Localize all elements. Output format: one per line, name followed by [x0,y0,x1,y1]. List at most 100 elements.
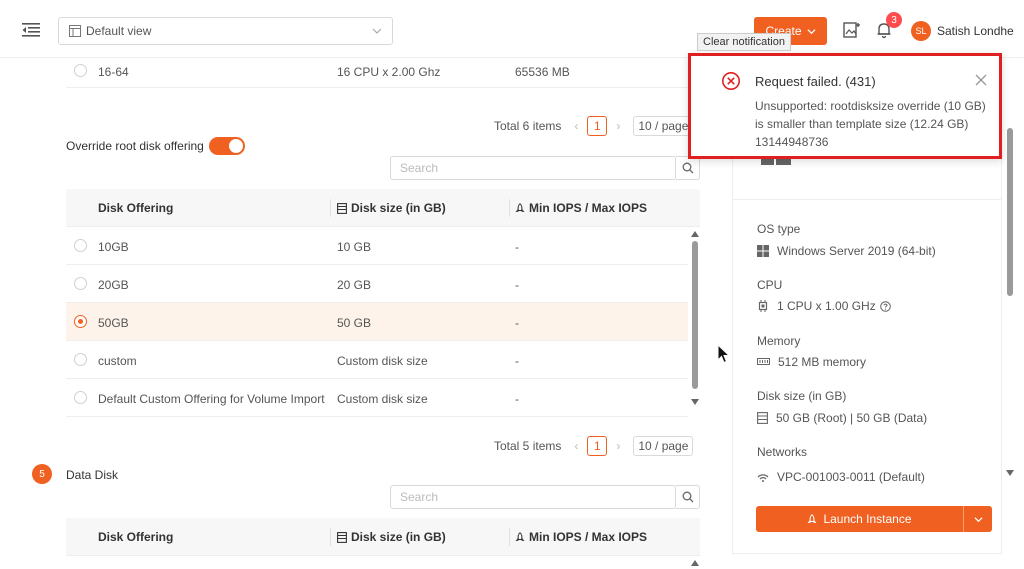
disk-size-value: 50 GB (Root) | 50 GB (Data) [757,411,927,425]
scroll-down-icon[interactable] [1006,470,1014,476]
column-divider [330,199,331,217]
disk-iops: - [515,354,519,368]
rocket-icon [807,513,817,523]
compute-cpu: 16 CPU x 2.00 Ghz [337,65,441,79]
search-icon [682,491,693,503]
page-number[interactable]: 1 [587,436,608,456]
row-radio[interactable] [74,391,87,404]
avatar[interactable]: SL [911,21,931,41]
root-disk-pagination: Total 5 items ‹ 1 › 10 / page [494,436,694,456]
disk-size: Custom disk size [337,354,428,368]
view-select[interactable]: Default view [58,17,393,45]
notification-count-badge: 3 [886,12,902,28]
page-size-select[interactable]: 10 / page [633,116,694,136]
col-iops[interactable]: Min IOPS / Max IOPS [515,530,647,544]
table-scrollbar[interactable] [692,241,698,389]
os-type-label: OS type [757,222,801,236]
page-scrollbar[interactable] [1007,128,1013,296]
disk-size: 10 GB [337,240,372,254]
image-add-icon[interactable] [841,20,861,40]
close-circle-icon [722,72,740,90]
col-disk-offering[interactable]: Disk Offering [98,201,173,215]
scroll-down-icon[interactable] [691,399,699,405]
pagination-total: Total 5 items [494,439,562,453]
rocket-icon [515,202,525,212]
root-disk-search-input[interactable] [391,157,675,179]
data-disk-table-header: Disk Offering Disk size (in GB) Min IOPS… [66,518,700,556]
data-disk-search-input[interactable] [391,486,675,508]
override-root-disk-toggle[interactable] [209,137,245,155]
row-radio[interactable] [74,64,87,77]
page-size-select[interactable]: 10 / page [633,436,694,456]
networks-label: Networks [757,445,808,459]
row-radio[interactable] [74,277,87,290]
column-divider [330,528,331,546]
wifi-icon [757,474,769,482]
col-disk-size-label: Disk size (in GB) [351,530,446,544]
disk-iops: - [515,278,519,292]
disk-iops: - [515,240,519,254]
memory-icon [757,358,770,365]
column-divider [509,528,510,546]
page-number[interactable]: 1 [587,116,608,136]
root-disk-search-button[interactable] [676,156,700,180]
data-disk-search-field[interactable] [390,485,676,509]
prev-page-icon[interactable]: ‹ [569,439,583,453]
menu-fold-icon[interactable] [22,22,40,38]
os-type-text: Windows Server 2019 (64-bit) [777,244,936,258]
close-icon[interactable] [975,74,987,86]
disk-offering-name: 50GB [98,316,129,330]
scroll-up-icon[interactable] [691,560,699,566]
row-radio[interactable] [74,353,87,366]
table-row[interactable]: 16-64 16 CPU x 2.00 Ghz 65536 MB [66,58,698,88]
table-row[interactable]: custom Custom disk size - [66,341,688,379]
hdd-icon [757,412,768,424]
row-radio-selected[interactable] [74,315,87,328]
root-disk-search-field[interactable] [390,156,676,180]
col-disk-size[interactable]: Disk size (in GB) [337,201,446,215]
table-row[interactable]: 10GB 10 GB - [66,227,688,265]
memory-value: 512 MB memory [757,355,866,369]
table-row-selected[interactable]: 50GB 50 GB - [66,303,688,341]
disk-size: 50 GB [337,316,372,330]
data-disk-search-button[interactable] [676,485,700,509]
disk-iops: - [515,316,519,330]
col-disk-size[interactable]: Disk size (in GB) [337,530,446,544]
hdd-icon [337,202,347,214]
next-page-icon[interactable]: › [611,119,625,133]
chevron-down-icon [372,28,382,34]
notification-title: Request failed. (431) [755,74,876,89]
disk-offering-name: custom [98,354,137,368]
windows-icon [757,245,769,257]
hdd-icon [337,531,347,543]
compute-memory: 65536 MB [515,65,570,79]
question-circle-icon[interactable] [879,300,891,312]
col-disk-offering[interactable]: Disk Offering [98,530,173,544]
row-radio[interactable] [74,239,87,252]
disk-size-label: Disk size (in GB) [757,389,847,403]
col-iops[interactable]: Min IOPS / Max IOPS [515,201,647,215]
table-row[interactable]: Default Custom Offering for Volume Impor… [66,379,688,417]
launch-instance-button[interactable]: Launch Instance [756,506,992,532]
chevron-down-icon [806,28,816,34]
clear-notification-tooltip[interactable]: Clear notification [697,33,791,51]
os-type-value: Windows Server 2019 (64-bit) [757,244,936,258]
disk-offering-name: 10GB [98,240,129,254]
launch-instance-main[interactable]: Launch Instance [756,506,964,532]
user-name[interactable]: Satish Londhe [937,24,1014,38]
notification-message: Unsupported: rootdisksize override (10 G… [755,99,986,149]
rocket-icon [515,531,525,541]
step-number-badge: 5 [32,464,52,484]
compute-pagination: Total 6 items ‹ 1 › 10 / page [494,116,694,136]
prev-page-icon[interactable]: ‹ [569,119,583,133]
table-row[interactable]: 20GB 20 GB - [66,265,688,303]
disk-offering-name: 20GB [98,278,129,292]
next-page-icon[interactable]: › [611,439,625,453]
col-iops-label: Min IOPS / Max IOPS [529,530,648,544]
chevron-down-icon [973,516,983,522]
scroll-up-icon[interactable] [691,231,699,237]
disk-offering-name: Default Custom Offering for Volume Impor… [98,392,325,406]
launch-options-dropdown[interactable] [964,506,992,532]
main-content: 16-64 16 CPU x 2.00 Ghz 65536 MB Total 6… [32,58,718,566]
root-disk-table-header: Disk Offering Disk size (in GB) Min IOPS… [66,189,700,227]
